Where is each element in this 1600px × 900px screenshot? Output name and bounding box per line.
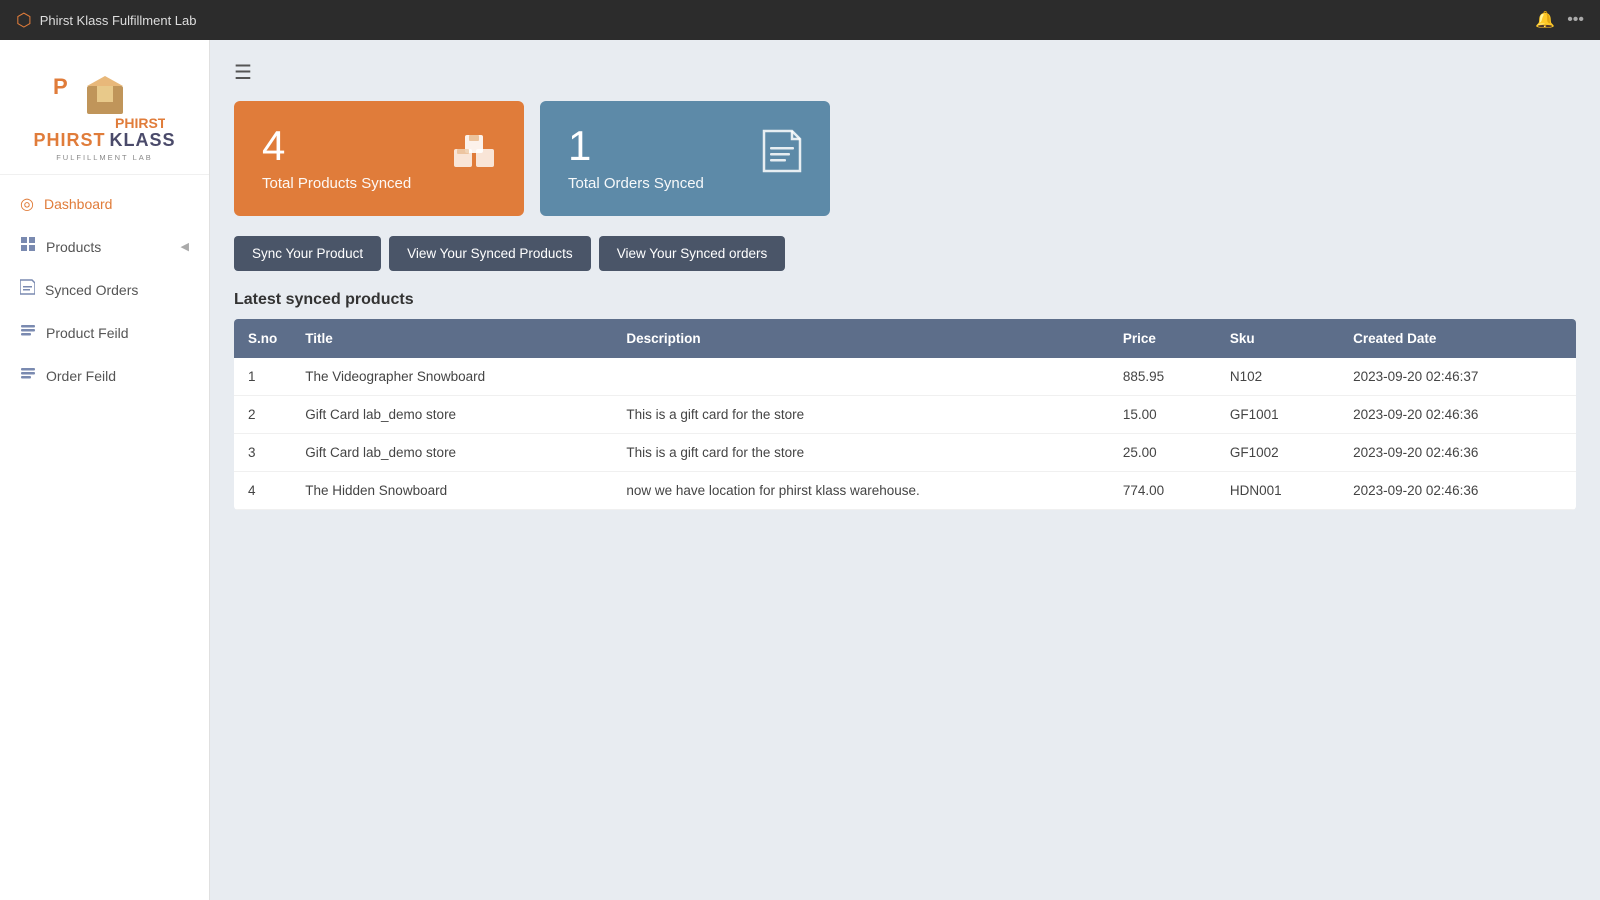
col-price: Price	[1109, 319, 1216, 358]
cell-sku: N102	[1216, 358, 1339, 396]
sidebar-item-label: Products	[46, 239, 101, 255]
cell-created-date: 2023-09-20 02:46:36	[1339, 472, 1576, 510]
cell-description: This is a gift card for the store	[612, 434, 1108, 472]
sync-product-button[interactable]: Sync Your Product	[234, 236, 381, 271]
orders-synced-label: Total Orders Synced	[568, 175, 704, 192]
table-header-row: S.no Title Description Price Sku Created…	[234, 319, 1576, 358]
stat-cards: 4 Total Products Synced 1	[234, 101, 1576, 216]
logo-svg: P PHIRST	[45, 58, 165, 130]
topbar: ⬡ Phirst Klass Fulfillment Lab 🔔 •••	[0, 0, 1600, 40]
cell-title: Gift Card lab_demo store	[291, 434, 612, 472]
dashboard-icon: ◎	[20, 194, 34, 214]
cell-price: 15.00	[1109, 396, 1216, 434]
topbar-right: 🔔 •••	[1535, 10, 1584, 30]
sidebar-item-product-feild[interactable]: Product Feild	[0, 311, 209, 354]
view-synced-products-button[interactable]: View Your Synced Products	[389, 236, 591, 271]
view-synced-orders-button[interactable]: View Your Synced orders	[599, 236, 786, 271]
main-layout: P PHIRST PHIRST KLASS FULFILLMENT LAB ◎ …	[0, 40, 1600, 900]
table-body: 1 The Videographer Snowboard 885.95 N102…	[234, 358, 1576, 510]
cell-created-date: 2023-09-20 02:46:36	[1339, 396, 1576, 434]
table-wrapper: S.no Title Description Price Sku Created…	[234, 319, 1576, 510]
products-table: S.no Title Description Price Sku Created…	[234, 319, 1576, 510]
col-sku: Sku	[1216, 319, 1339, 358]
cell-title: The Videographer Snowboard	[291, 358, 612, 396]
cell-sku: GF1001	[1216, 396, 1339, 434]
products-synced-number: 4	[262, 125, 411, 167]
cell-sno: 3	[234, 434, 291, 472]
product-feild-icon	[20, 322, 36, 343]
sidebar-logo: P PHIRST PHIRST KLASS FULFILLMENT LAB	[0, 40, 209, 175]
chevron-icon: ◀	[181, 240, 189, 253]
orders-icon-card	[762, 129, 802, 182]
content-header: ☰	[234, 60, 1576, 85]
action-buttons: Sync Your Product View Your Synced Produ…	[234, 236, 1576, 271]
more-icon[interactable]: •••	[1567, 11, 1584, 29]
sidebar-item-synced-orders[interactable]: Synced Orders	[0, 268, 209, 311]
cell-description: now we have location for phirst klass wa…	[612, 472, 1108, 510]
app-icon: ⬡	[16, 10, 32, 31]
synced-orders-icon	[20, 279, 35, 300]
cell-price: 25.00	[1109, 434, 1216, 472]
cell-price: 774.00	[1109, 472, 1216, 510]
app-title: Phirst Klass Fulfillment Lab	[40, 13, 197, 28]
cell-price: 885.95	[1109, 358, 1216, 396]
logo-sub: FULFILLMENT LAB	[56, 153, 153, 162]
logo-box: P PHIRST PHIRST KLASS FULFILLMENT LAB	[33, 58, 175, 162]
logo-klass: KLASS	[110, 130, 176, 151]
cell-created-date: 2023-09-20 02:46:37	[1339, 358, 1576, 396]
cell-sno: 1	[234, 358, 291, 396]
cell-sno: 2	[234, 396, 291, 434]
col-created-date: Created Date	[1339, 319, 1576, 358]
bell-icon[interactable]: 🔔	[1535, 10, 1555, 30]
col-title: Title	[291, 319, 612, 358]
cell-title: The Hidden Snowboard	[291, 472, 612, 510]
cell-description	[612, 358, 1108, 396]
sidebar-item-label: Dashboard	[44, 196, 113, 212]
products-icon-card	[452, 129, 496, 182]
col-sno: S.no	[234, 319, 291, 358]
order-feild-icon	[20, 365, 36, 386]
products-icon	[20, 236, 36, 257]
sidebar-item-label: Product Feild	[46, 325, 128, 341]
sidebar-item-products[interactable]: Products ◀	[0, 225, 209, 268]
col-description: Description	[612, 319, 1108, 358]
sidebar-item-dashboard[interactable]: ◎ Dashboard	[0, 183, 209, 225]
products-synced-label: Total Products Synced	[262, 175, 411, 192]
cell-title: Gift Card lab_demo store	[291, 396, 612, 434]
logo-phirst: PHIRST	[33, 130, 105, 151]
section-title: Latest synced products	[234, 291, 1576, 309]
table-row: 2 Gift Card lab_demo store This is a gif…	[234, 396, 1576, 434]
svg-text:P: P	[53, 74, 68, 99]
cell-description: This is a gift card for the store	[612, 396, 1108, 434]
sidebar: P PHIRST PHIRST KLASS FULFILLMENT LAB ◎ …	[0, 40, 210, 900]
table-row: 3 Gift Card lab_demo store This is a gif…	[234, 434, 1576, 472]
sidebar-item-label: Synced Orders	[45, 282, 138, 298]
hamburger-icon[interactable]: ☰	[234, 62, 252, 84]
sidebar-item-order-feild[interactable]: Order Feild	[0, 354, 209, 397]
stat-card-products: 4 Total Products Synced	[234, 101, 524, 216]
table-header: S.no Title Description Price Sku Created…	[234, 319, 1576, 358]
cell-sno: 4	[234, 472, 291, 510]
cell-sku: HDN001	[1216, 472, 1339, 510]
cell-created-date: 2023-09-20 02:46:36	[1339, 434, 1576, 472]
table-row: 1 The Videographer Snowboard 885.95 N102…	[234, 358, 1576, 396]
sidebar-item-label: Order Feild	[46, 368, 116, 384]
cell-sku: GF1002	[1216, 434, 1339, 472]
svg-text:PHIRST: PHIRST	[115, 115, 165, 130]
sidebar-nav: ◎ Dashboard Products ◀	[0, 175, 209, 405]
orders-synced-number: 1	[568, 125, 704, 167]
main-content: ☰ 4 Total Products Synced	[210, 40, 1600, 900]
stat-card-orders: 1 Total Orders Synced	[540, 101, 830, 216]
topbar-left: ⬡ Phirst Klass Fulfillment Lab	[16, 10, 197, 31]
table-row: 4 The Hidden Snowboard now we have locat…	[234, 472, 1576, 510]
